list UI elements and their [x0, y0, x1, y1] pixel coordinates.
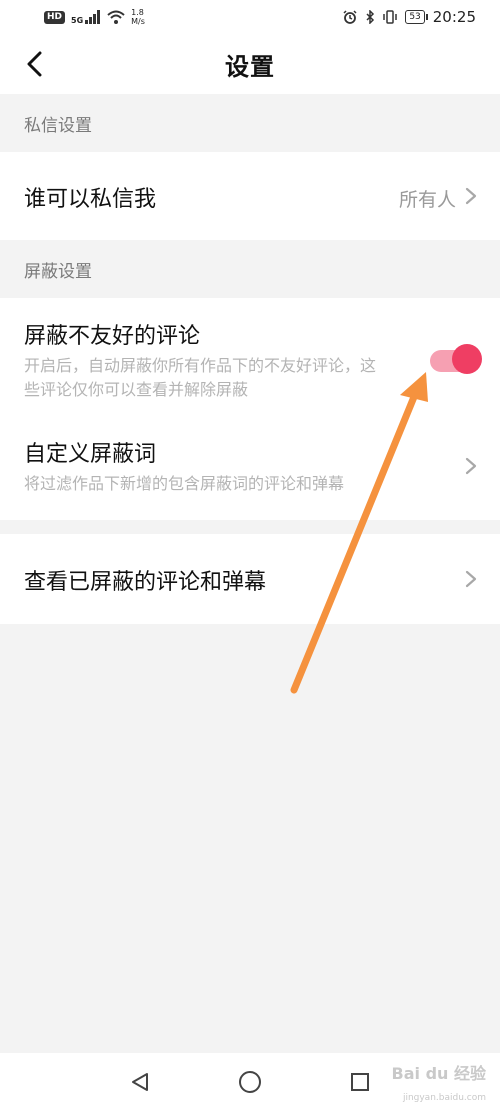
- status-bar: HD 5G 1.8 M/s 53 20:25: [0, 0, 500, 34]
- section-header-block: 屏蔽设置: [0, 240, 500, 298]
- square-recents-icon: [351, 1073, 369, 1091]
- net-speed: 1.8 M/s: [131, 8, 145, 26]
- nav-home-button[interactable]: [235, 1067, 265, 1097]
- triangle-back-icon: [132, 1073, 148, 1091]
- row-who-can-message-label: 谁可以私信我: [24, 187, 157, 212]
- watermark-logo: Bai du 经验: [392, 1060, 486, 1084]
- section-title-block: 屏蔽设置: [24, 261, 92, 282]
- signal-icon: [85, 10, 101, 24]
- settings-screen: HD 5G 1.8 M/s 53 20:25 设置 私信设置 谁可以私信我 所有…: [0, 0, 500, 1111]
- section-title-private-message: 私信设置: [24, 115, 92, 136]
- row-block-unfriendly: 屏蔽不友好的评论 开启后，自动屏蔽你所有作品下的不友好评论，这些评论仅你可以查看…: [0, 298, 500, 410]
- bluetooth-icon: [366, 10, 375, 24]
- status-left: HD 5G 1.8 M/s: [44, 8, 145, 26]
- chevron-right-icon: [465, 457, 477, 475]
- nav-recents-button[interactable]: [345, 1067, 375, 1097]
- alarm-icon: [343, 10, 357, 24]
- row-who-can-message-value: 所有人: [398, 189, 456, 211]
- row-block-unfriendly-desc: 开启后，自动屏蔽你所有作品下的不友好评论，这些评论仅你可以查看并解除屏蔽: [24, 356, 377, 399]
- chevron-right-icon: [465, 570, 477, 588]
- network-label: 5G: [71, 16, 84, 25]
- circle-home-icon: [239, 1071, 261, 1093]
- block-settings-group: 屏蔽不友好的评论 开启后，自动屏蔽你所有作品下的不友好评论，这些评论仅你可以查看…: [0, 298, 500, 520]
- toggle-knob: [452, 344, 482, 374]
- hd-badge: HD: [44, 10, 66, 24]
- back-button[interactable]: [18, 48, 50, 80]
- row-who-can-message[interactable]: 谁可以私信我 所有人: [0, 152, 500, 240]
- wifi-icon: [107, 10, 125, 24]
- row-view-blocked[interactable]: 查看已屏蔽的评论和弹幕: [0, 534, 500, 624]
- top-header: 设置: [0, 34, 500, 94]
- status-time: 20:25: [432, 8, 476, 26]
- watermark-url: jingyan.baidu.com: [402, 1093, 486, 1103]
- row-view-blocked-label: 查看已屏蔽的评论和弹幕: [24, 570, 267, 595]
- row-custom-block-words-desc: 将过滤作品下新增的包含屏蔽词的评论和弹幕: [24, 474, 345, 493]
- chevron-left-icon: [27, 51, 42, 77]
- row-custom-block-words-label: 自定义屏蔽词: [24, 442, 157, 467]
- net-speed-unit: M/s: [131, 17, 145, 26]
- nav-back-button[interactable]: [125, 1067, 155, 1097]
- page-title: 设置: [225, 52, 275, 81]
- battery-indicator: 53: [405, 10, 429, 24]
- watermark-brand: Bai du 经验: [391, 1064, 486, 1083]
- section-header-private-message: 私信设置: [0, 94, 500, 152]
- row-custom-block-words[interactable]: 自定义屏蔽词 将过滤作品下新增的包含屏蔽词的评论和弹幕: [0, 422, 500, 512]
- chevron-right-icon: [465, 187, 477, 205]
- net-speed-value: 1.8: [131, 8, 144, 17]
- vibrate-icon: [383, 10, 398, 24]
- row-block-unfriendly-label: 屏蔽不友好的评论: [24, 324, 201, 349]
- status-right: 53 20:25: [343, 8, 476, 26]
